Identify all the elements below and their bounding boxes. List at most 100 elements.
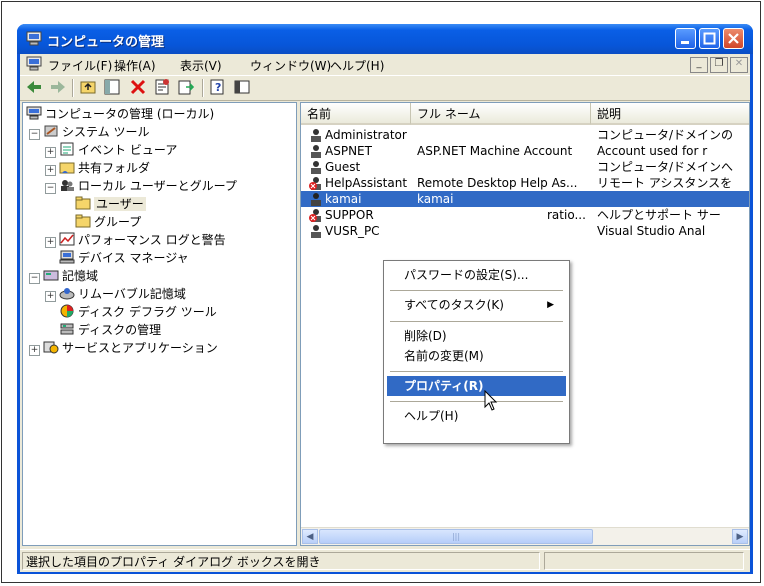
up-folder-icon[interactable] — [78, 78, 98, 98]
help-icon[interactable]: ? — [208, 78, 228, 98]
menu-item-all-tasks[interactable]: すべてのタスク(K) ▶ — [387, 295, 566, 315]
svg-text:?: ? — [215, 81, 221, 94]
tree-item-disk-defrag[interactable]: ディスク デフラグ ツール — [59, 303, 217, 321]
maximize-icon — [703, 32, 716, 45]
scroll-right-button[interactable]: ▶ — [732, 529, 748, 544]
child-close-button[interactable]: ✕ — [730, 57, 748, 73]
list-row-selected[interactable]: kamai kamai — [301, 191, 749, 207]
menu-view[interactable]: 表示(V) — [180, 57, 222, 74]
toolbar-separator — [202, 79, 204, 97]
tree-item-device-manager[interactable]: デバイス マネージャ — [59, 249, 189, 267]
tree-item-shared-folders[interactable]: 共有フォルダ — [59, 159, 150, 177]
forward-arrow-icon[interactable] — [48, 78, 68, 98]
menu-separator — [390, 321, 563, 322]
event-viewer-icon — [60, 142, 74, 156]
delete-icon[interactable] — [128, 78, 148, 98]
console-icon[interactable] — [232, 78, 252, 98]
user-icon — [311, 225, 321, 238]
tree-item-services-applications[interactable]: サービスとアプリケーション — [43, 339, 218, 357]
child-minimize-button[interactable]: _ — [690, 57, 708, 73]
expand-toggle[interactable]: + — [45, 237, 56, 248]
scroll-thumb[interactable]: ||| — [319, 529, 593, 544]
expand-toggle[interactable]: + — [45, 291, 56, 302]
menu-help[interactable]: ヘルプ(H) — [330, 57, 384, 74]
menu-file[interactable]: ファイル(F) — [48, 57, 112, 74]
properties-icon[interactable] — [152, 78, 172, 98]
tree-item-label: グループ — [94, 215, 142, 229]
status-bar: 選択した項目のプロパティ ダイアログ ボックスを開き — [20, 549, 750, 572]
tree-item-label: サービスとアプリケーション — [62, 341, 218, 355]
export-icon[interactable] — [176, 78, 196, 98]
child-restore-button[interactable]: ❐ — [710, 57, 728, 73]
expand-toggle[interactable]: + — [29, 345, 40, 356]
submenu-arrow-icon: ▶ — [547, 300, 554, 310]
tree-item-label: イベント ビューア — [78, 143, 178, 157]
tree-item-performance-logs[interactable]: パフォーマンス ログと警告 — [59, 231, 226, 249]
tree-item-groups[interactable]: グループ — [75, 213, 141, 231]
users-groups-icon — [61, 180, 74, 191]
tree-item-label: 共有フォルダ — [78, 161, 151, 175]
column-header-fullname[interactable]: フル ネーム — [411, 103, 591, 125]
column-header-name[interactable]: 名前 — [301, 103, 411, 125]
row-description: コンピュータ/ドメインへ — [597, 160, 734, 174]
tree-item-root[interactable]: コンピュータの管理 (ローカル) — [26, 105, 214, 123]
menu-item-rename[interactable]: 名前の変更(M) — [387, 346, 566, 366]
expand-toggle[interactable]: + — [45, 147, 56, 158]
menu-window[interactable]: ウィンドウ(W) — [250, 57, 331, 74]
close-button[interactable] — [723, 28, 744, 49]
user-icon — [311, 145, 321, 158]
tree-item-label: デバイス マネージャ — [78, 251, 189, 265]
tree-item-label: 記憶域 — [62, 269, 99, 283]
menu-item-delete[interactable]: 削除(D) — [387, 326, 566, 346]
tree-item-disk-management[interactable]: ディスクの管理 — [59, 321, 161, 339]
list-row[interactable]: HelpAssistant Remote Desktop Help As... … — [301, 175, 749, 191]
user-icon — [311, 193, 321, 206]
disk-management-icon — [60, 323, 74, 335]
row-description: Visual Studio Anal — [597, 224, 706, 238]
tree-item-system-tools[interactable]: システム ツール — [43, 123, 149, 141]
tree-item-label: ユーザー — [94, 197, 146, 211]
menu-item-set-password[interactable]: パスワードの設定(S)... — [387, 265, 566, 285]
tree-item-storage[interactable]: 記憶域 — [43, 267, 98, 285]
maximize-button[interactable] — [699, 28, 720, 49]
menu-item-help[interactable]: ヘルプ(H) — [387, 406, 566, 426]
tree-item-removable-storage[interactable]: リムーバブル記憶域 — [59, 285, 186, 303]
menu-item-properties[interactable]: プロパティ(R) — [387, 376, 566, 396]
tree-item-local-users-groups[interactable]: ローカル ユーザーとグループ — [59, 177, 237, 195]
child-window-controls: _ ❐ ✕ — [688, 55, 748, 73]
mouse-cursor-icon — [484, 390, 498, 411]
scroll-left-button[interactable]: ◀ — [302, 529, 318, 544]
horizontal-scrollbar[interactable]: ◀ ||| ▶ — [301, 527, 749, 545]
column-header-description[interactable]: 説明 — [591, 103, 749, 125]
show-tree-icon[interactable] — [102, 78, 122, 98]
list-row[interactable]: ASPNET ASP.NET Machine Account Account u… — [301, 143, 749, 159]
tree-item-event-viewer[interactable]: イベント ビューア — [59, 141, 177, 159]
shared-folder-icon — [59, 162, 75, 174]
row-name: VUSR_PC — [325, 224, 380, 238]
user-icon — [311, 129, 321, 142]
folder-icon — [75, 196, 91, 210]
minimize-button[interactable] — [675, 28, 696, 49]
list-row[interactable]: SUPPOR ratio... ヘルプとサポート サー — [301, 207, 749, 223]
back-arrow-icon[interactable] — [24, 78, 44, 98]
row-description: ヘルプとサポート サー — [597, 208, 721, 222]
title-bar[interactable]: コンピュータの管理 — [17, 24, 753, 54]
collapse-toggle[interactable]: − — [29, 273, 40, 284]
computer-icon — [26, 106, 42, 120]
tree-pane[interactable]: コンピュータの管理 (ローカル) − システム ツール + イベント ビューア … — [22, 102, 297, 546]
system-menu-icon[interactable] — [26, 56, 42, 71]
list-row[interactable]: Guest コンピュータ/ドメインへ — [301, 159, 749, 175]
tree-item-users[interactable]: ユーザー — [75, 195, 146, 213]
collapse-toggle[interactable]: − — [29, 129, 40, 140]
list-row[interactable]: Administrator コンピュータ/ドメインの — [301, 127, 749, 143]
list-row[interactable]: VUSR_PC Visual Studio Anal — [301, 223, 749, 239]
menu-action[interactable]: 操作(A) — [114, 57, 156, 74]
menu-separator — [390, 371, 563, 372]
services-icon — [43, 341, 59, 354]
row-name: ASPNET — [325, 144, 372, 158]
system-tools-icon — [44, 125, 58, 137]
row-name: kamai — [325, 192, 362, 206]
expand-toggle[interactable]: + — [45, 165, 56, 176]
collapse-toggle[interactable]: − — [45, 183, 56, 194]
tree-item-label: パフォーマンス ログと警告 — [78, 233, 226, 247]
